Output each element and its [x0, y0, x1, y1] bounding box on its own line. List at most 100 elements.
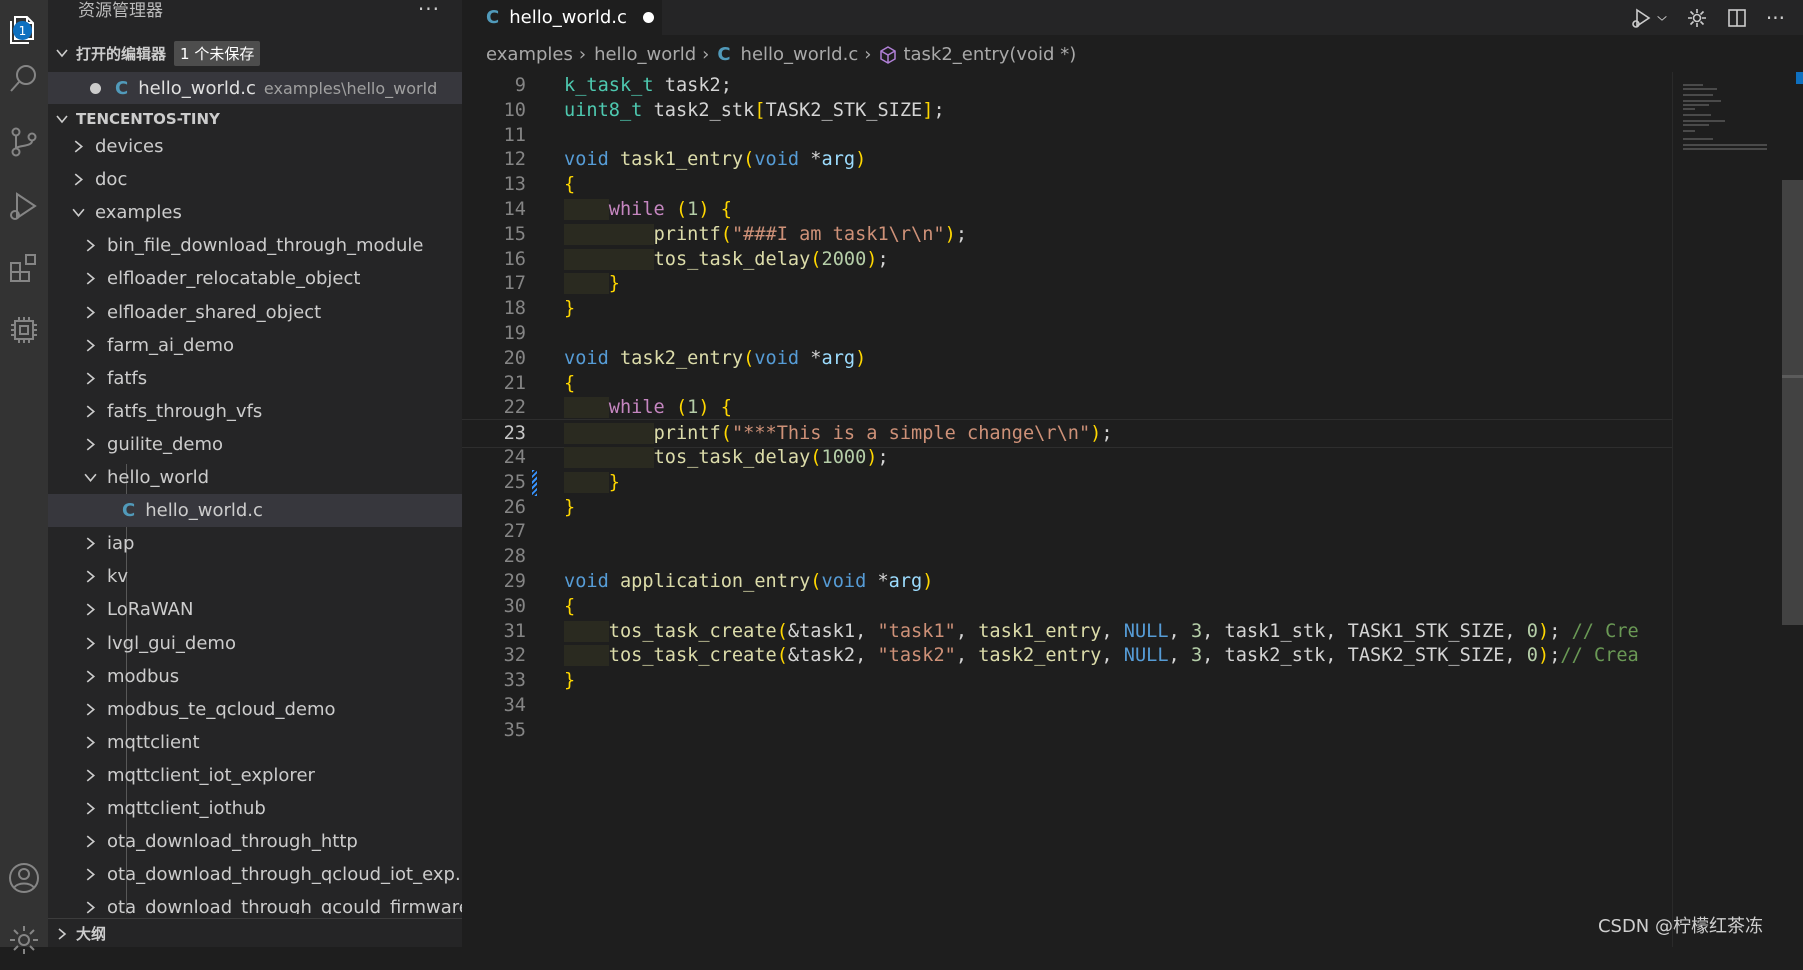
minimap[interactable]	[1672, 72, 1783, 947]
breadcrumb-separator: ›	[578, 44, 587, 65]
more-actions-icon[interactable]: ···	[1766, 6, 1785, 30]
tree-item-label: hello_world.c	[145, 500, 263, 522]
chevron-right-icon	[86, 703, 96, 716]
chevron-right-icon	[74, 173, 84, 186]
source-control-icon[interactable]	[0, 112, 48, 172]
tree-folder-item[interactable]: elfloader_shared_object	[48, 296, 462, 329]
tree-folder-item[interactable]: lvgl_gui_demo	[48, 627, 462, 660]
chevron-right-icon	[86, 736, 96, 749]
open-editors-header[interactable]: 打开的编辑器 1 个未保存	[48, 38, 462, 68]
unsaved-dot-icon[interactable]	[642, 12, 654, 23]
tree-item-label: ota_download_through_http	[107, 831, 358, 853]
breadcrumb-separator: ›	[702, 44, 710, 65]
tree-folder-item[interactable]: kv	[48, 560, 462, 593]
chevron-right-icon	[86, 239, 96, 252]
c-file-icon: C	[122, 500, 136, 522]
tree-folder-item[interactable]: hello_world	[48, 461, 462, 494]
unsaved-dot-icon[interactable]	[90, 82, 101, 94]
tree-folder-item[interactable]: mqttclient	[48, 726, 462, 759]
tree-folder-item[interactable]: iap	[48, 527, 462, 560]
settings-gear-icon[interactable]	[1686, 7, 1708, 29]
tab-label: hello_world.c	[509, 7, 627, 28]
tree-item-label: mqttclient	[107, 731, 200, 753]
tree-folder-item[interactable]: modbus	[48, 660, 462, 693]
tree-folder-item[interactable]: guilite_demo	[48, 428, 462, 461]
tree-folder-item[interactable]: ota_download_through_qcloud_iot_exp...	[48, 858, 462, 891]
tree-item-label: iap	[107, 533, 135, 555]
tree-folder-item[interactable]: doc	[48, 163, 462, 196]
tree-item-label: elfloader_shared_object	[107, 301, 322, 323]
tree-file-item[interactable]: Chello_world.c	[48, 494, 462, 528]
search-icon[interactable]	[0, 48, 48, 108]
outline-header[interactable]: 大纲	[48, 918, 462, 947]
chevron-right-icon	[86, 339, 96, 352]
tree-item-label: modbus_te_qcloud_demo	[107, 698, 336, 720]
chevron-right-icon	[74, 140, 84, 153]
run-debug-dropdown-icon[interactable]	[1630, 7, 1668, 29]
editor-actions: ···	[1630, 0, 1803, 35]
split-editor-icon[interactable]	[1726, 7, 1748, 29]
tree-folder-item[interactable]: fatfs	[48, 362, 462, 395]
chevron-right-icon	[58, 927, 67, 940]
breadcrumb-hello-world[interactable]: hello_world	[594, 44, 696, 65]
explorer-sidebar: 资源管理器 ··· 打开的编辑器 1 个未保存 C hello_world.c …	[48, 0, 462, 947]
manage-gear-icon[interactable]	[0, 910, 48, 970]
sidebar-title: 资源管理器	[78, 1, 163, 21]
chevron-right-icon	[86, 603, 96, 616]
chevron-down-icon	[72, 208, 85, 218]
watermark: CSDN @柠檬红茶冻	[1597, 916, 1763, 937]
tree-item-label: guilite_demo	[107, 433, 224, 455]
breadcrumb-symbol[interactable]: task2_entry(void *)	[903, 44, 1076, 65]
tree-folder-item[interactable]: modbus_te_qcloud_demo	[48, 693, 462, 726]
tab-hello-world[interactable]: C hello_world.c	[462, 0, 662, 35]
open-editor-path: examples\hello_world	[263, 78, 438, 98]
breadcrumb-examples[interactable]: examples	[486, 44, 573, 65]
chevron-down-icon	[84, 473, 97, 483]
chevron-right-icon	[86, 405, 96, 418]
chevron-right-icon	[86, 272, 96, 285]
open-editors-label: 打开的编辑器	[76, 44, 167, 63]
tree-item-label: ota_download_through_qcloud_iot_exp...	[107, 864, 462, 886]
tree-folder-item[interactable]: LoRaWAN	[48, 593, 462, 626]
open-editor-item[interactable]: C hello_world.c examples\hello_world	[48, 72, 462, 104]
chevron-down-icon	[56, 115, 68, 124]
tree-folder-item[interactable]: fatfs_through_vfs	[48, 395, 462, 428]
workspace-header[interactable]: TENCENTOS-TINY	[48, 104, 462, 134]
extensions-icon[interactable]	[0, 238, 48, 298]
breadcrumb-file[interactable]: hello_world.c	[741, 44, 859, 65]
tree-folder-item[interactable]: devices	[48, 134, 462, 163]
tree-item-label: fatfs	[107, 367, 148, 389]
symbol-method-icon	[880, 45, 897, 64]
chevron-down-icon	[56, 49, 68, 58]
tree-folder-item[interactable]: elfloader_relocatable_object	[48, 262, 462, 295]
tree-item-label: elfloader_relocatable_object	[107, 268, 361, 290]
tree-folder-item[interactable]: farm_ai_demo	[48, 329, 462, 362]
tree-folder-item[interactable]: mqttclient_iot_explorer	[48, 759, 462, 792]
chevron-right-icon	[86, 835, 96, 848]
tree-folder-item[interactable]: ota_download_through_qcould_firmware	[48, 891, 462, 914]
tree-item-label: mqttclient_iot_explorer	[107, 764, 315, 786]
run-debug-icon[interactable]	[0, 176, 48, 236]
chevron-right-icon	[86, 802, 96, 815]
tree-folder-item[interactable]: ota_download_through_http	[48, 825, 462, 858]
tree-folder-item[interactable]: bin_file_download_through_module	[48, 229, 462, 262]
modified-line-indicator	[532, 470, 537, 496]
scrollbar-thumb[interactable]	[1782, 180, 1803, 625]
more-actions-icon[interactable]: ···	[418, 0, 440, 21]
vertical-scrollbar[interactable]	[1782, 72, 1803, 947]
activity-bar: 1	[0, 0, 48, 954]
tree-folder-item[interactable]: examples	[48, 196, 462, 229]
unsaved-badge: 1 个未保存	[174, 40, 261, 66]
editor-tab-bar: C hello_world.c ···	[462, 0, 1803, 35]
tree-item-label: LoRaWAN	[107, 599, 194, 621]
code-editor[interactable]: 9 k_task_t task2; 10 uint8_t task2_stk[TASK…	[462, 72, 1672, 947]
account-icon[interactable]	[0, 848, 48, 908]
code-line[interactable]: 35	[462, 717, 1672, 746]
tree-item-label: bin_file_download_through_module	[107, 235, 424, 257]
chip-device-icon[interactable]	[0, 300, 48, 360]
tree-item-label: ota_download_through_qcould_firmware	[107, 897, 462, 914]
explorer-badge: 1	[13, 21, 32, 40]
tree-item-label: mqttclient_iothub	[107, 798, 266, 819]
tree-folder-item[interactable]: mqttclient_iothub	[48, 792, 462, 825]
chevron-right-icon	[86, 537, 96, 550]
